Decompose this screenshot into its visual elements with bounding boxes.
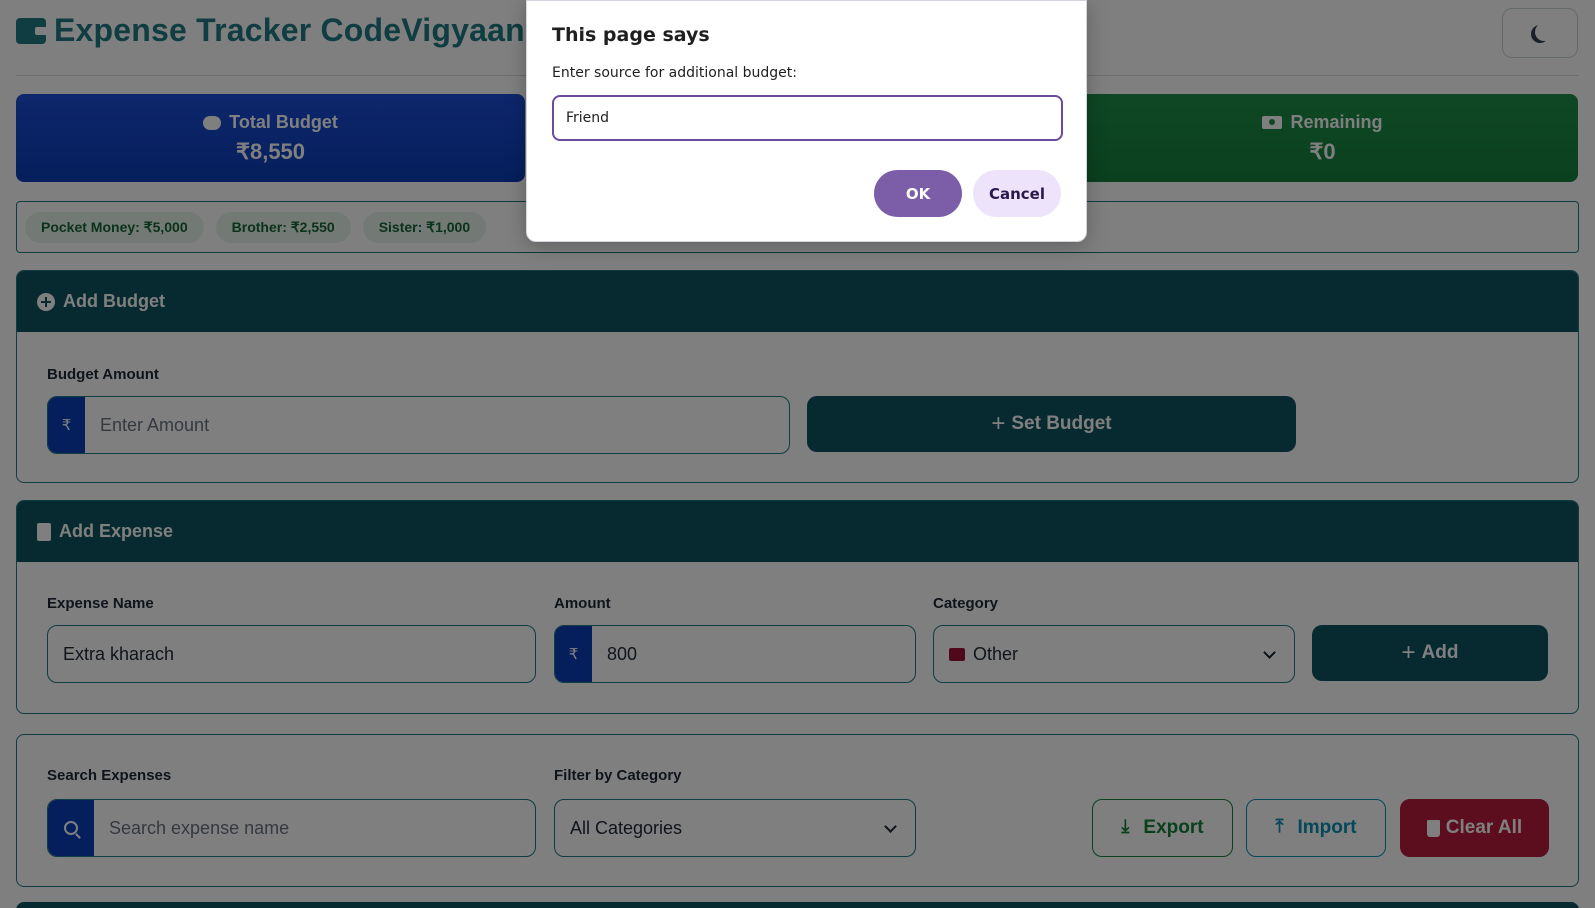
dialog-title: This page says [552, 24, 710, 46]
dialog-text-input[interactable] [566, 110, 1061, 126]
dialog-input-field [552, 95, 1063, 141]
dialog-ok-button[interactable]: OK [874, 170, 962, 217]
dialog-message: Enter source for additional budget: [552, 65, 797, 81]
prompt-dialog: This page says Enter source for addition… [526, 0, 1087, 242]
expense-tracker-page: Expense Tracker CodeVigyaan Total Budget… [0, 0, 1595, 908]
dialog-cancel-button[interactable]: Cancel [973, 170, 1061, 217]
